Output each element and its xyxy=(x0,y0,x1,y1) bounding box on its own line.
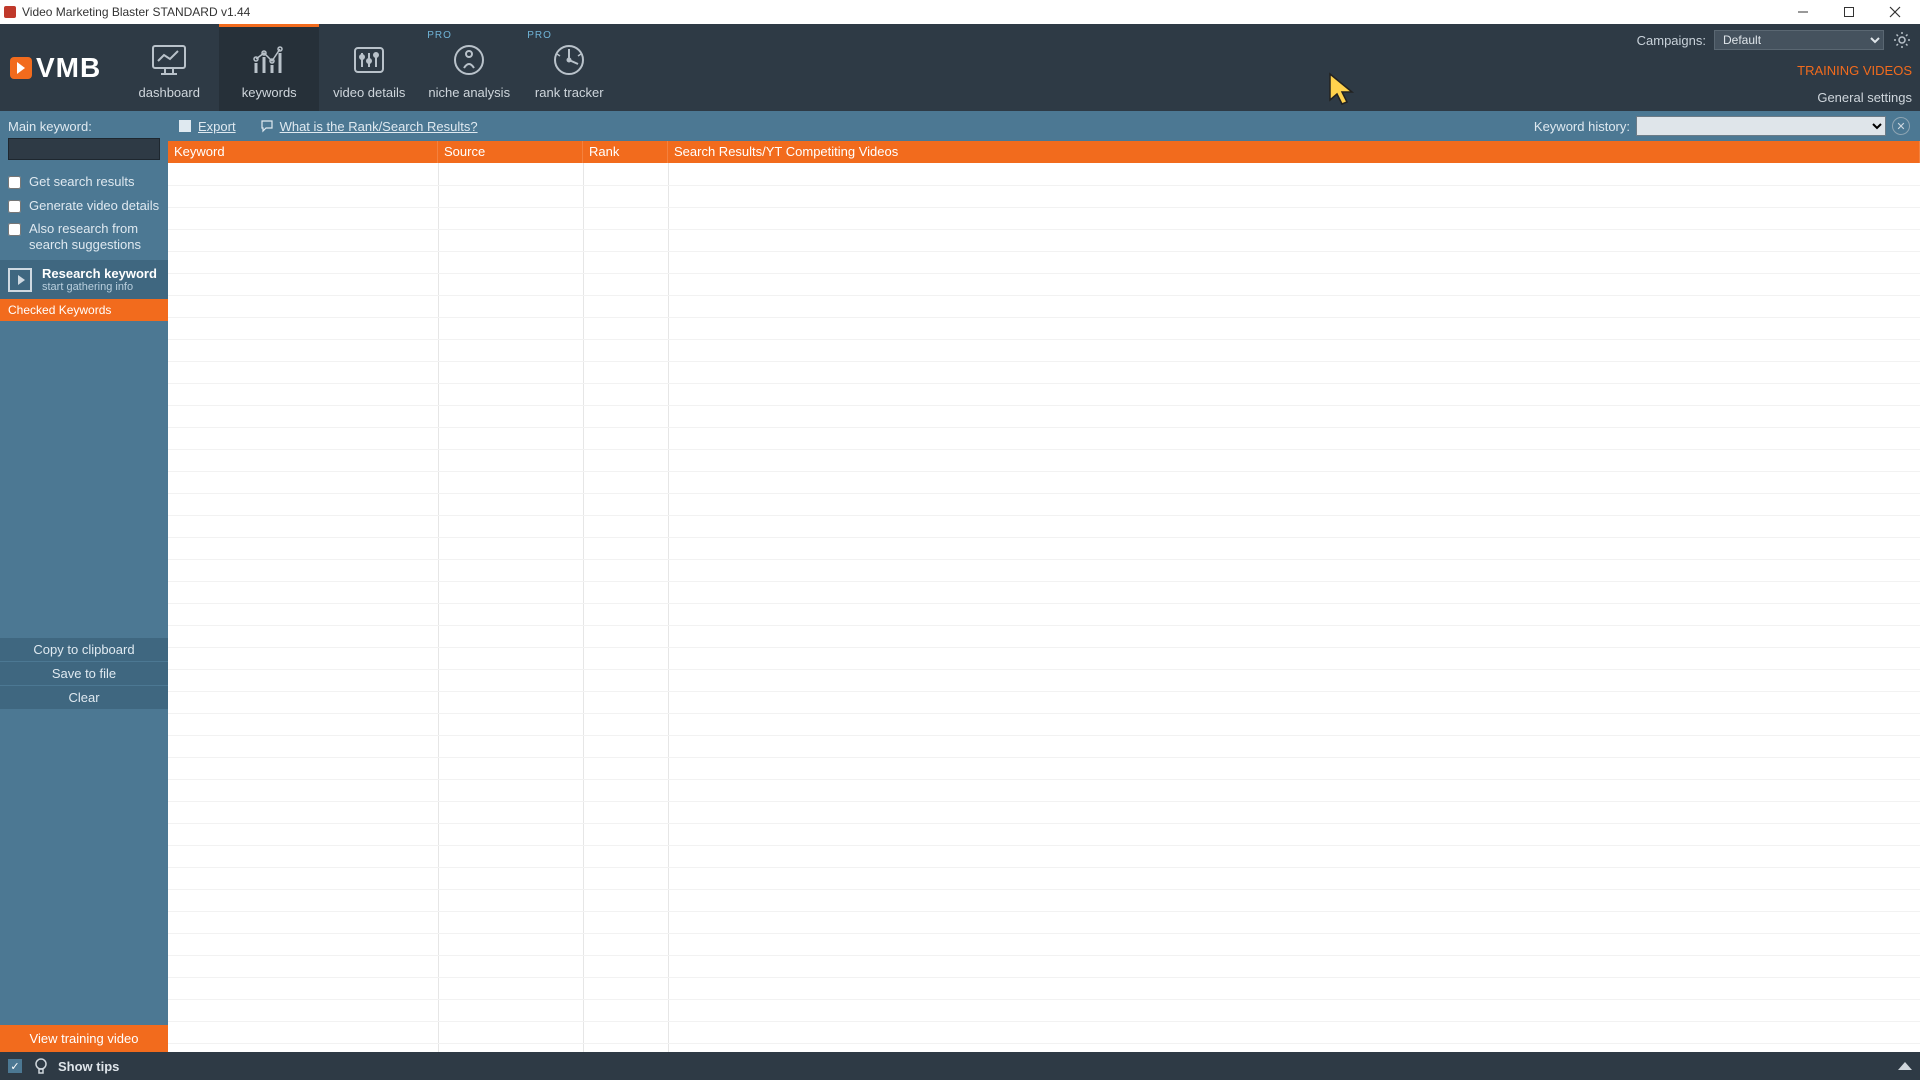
main-keyword-input[interactable] xyxy=(8,138,160,160)
pro-badge: PRO xyxy=(527,30,552,41)
tab-rank-tracker[interactable]: PRO rank tracker xyxy=(519,24,619,111)
view-training-video-button[interactable]: View training video xyxy=(0,1025,168,1052)
titlebar: Video Marketing Blaster STANDARD v1.44 xyxy=(0,0,1920,24)
campaigns-label: Campaigns: xyxy=(1637,33,1706,48)
main-keyword-label: Main keyword: xyxy=(0,111,168,138)
rank-tracker-icon xyxy=(548,39,590,81)
whatis-label: What is the Rank/Search Results? xyxy=(280,119,478,134)
tab-dashboard[interactable]: dashboard xyxy=(119,24,219,111)
tab-label: dashboard xyxy=(139,85,200,100)
tab-label: niche analysis xyxy=(428,85,510,100)
research-subtitle: start gathering info xyxy=(42,281,157,293)
tips-checkbox[interactable] xyxy=(8,1059,22,1073)
tab-label: keywords xyxy=(242,85,297,100)
column-results[interactable]: Search Results/YT Competiting Videos xyxy=(668,141,1920,163)
clear-history-icon[interactable]: ✕ xyxy=(1892,117,1910,135)
app-icon xyxy=(4,6,16,18)
window-title: Video Marketing Blaster STANDARD v1.44 xyxy=(22,5,250,19)
play-icon xyxy=(8,268,32,292)
tab-niche-analysis[interactable]: PRO niche analysis xyxy=(419,24,519,111)
general-settings-link[interactable]: General settings xyxy=(1817,90,1912,105)
logo-play-icon xyxy=(10,57,32,79)
close-button[interactable] xyxy=(1872,1,1918,23)
speech-icon xyxy=(260,119,274,133)
tab-video-details[interactable]: video details xyxy=(319,24,419,111)
lightbulb-icon xyxy=(32,1057,50,1075)
expand-tips-icon[interactable] xyxy=(1898,1062,1912,1070)
checkbox-also-research[interactable]: Also research from search suggestions xyxy=(0,217,168,256)
keyword-history-label: Keyword history: xyxy=(1534,119,1630,134)
show-tips-label: Show tips xyxy=(58,1059,119,1074)
keyword-history-select[interactable] xyxy=(1636,116,1886,136)
column-rank[interactable]: Rank xyxy=(583,141,668,163)
minimize-button[interactable] xyxy=(1780,1,1826,23)
checkbox-input[interactable] xyxy=(8,200,21,213)
tab-label: rank tracker xyxy=(535,85,604,100)
niche-analysis-icon xyxy=(448,39,490,81)
checkbox-get-search-results[interactable]: Get search results xyxy=(0,170,168,194)
clear-button[interactable]: Clear xyxy=(0,686,168,709)
export-label: Export xyxy=(198,119,236,134)
sidebar: Main keyword: Get search results Generat… xyxy=(0,111,168,1052)
checkbox-label: Generate video details xyxy=(29,198,159,214)
checked-keywords-list xyxy=(0,321,168,637)
checkbox-label: Get search results xyxy=(29,174,135,190)
export-button[interactable]: Export xyxy=(178,119,236,134)
content-area: Export What is the Rank/Search Results? … xyxy=(168,111,1920,1052)
pro-badge: PRO xyxy=(427,30,452,41)
checkbox-label: Also research from search suggestions xyxy=(29,221,160,252)
column-keyword[interactable]: Keyword xyxy=(168,141,438,163)
settings-gear-icon[interactable] xyxy=(1892,30,1912,50)
research-keyword-button[interactable]: Research keyword start gathering info xyxy=(0,260,168,299)
logo-text: VMB xyxy=(36,52,101,84)
column-source[interactable]: Source xyxy=(438,141,583,163)
whatis-link[interactable]: What is the Rank/Search Results? xyxy=(260,119,478,134)
dashboard-icon xyxy=(148,39,190,81)
video-details-icon xyxy=(348,39,390,81)
navbar: VMB dashboard keywords video details PRO xyxy=(0,24,1920,111)
tab-label: video details xyxy=(333,85,405,100)
checkbox-input[interactable] xyxy=(8,176,21,189)
checkbox-input[interactable] xyxy=(8,223,21,236)
table-body xyxy=(168,163,1920,1052)
checked-keywords-header: Checked Keywords xyxy=(0,299,168,321)
save-to-file-button[interactable]: Save to file xyxy=(0,662,168,685)
logo: VMB xyxy=(0,24,119,111)
campaigns-select[interactable]: Default xyxy=(1714,30,1884,50)
copy-to-clipboard-button[interactable]: Copy to clipboard xyxy=(0,638,168,661)
keywords-icon xyxy=(248,39,290,81)
maximize-button[interactable] xyxy=(1826,1,1872,23)
content-toolbar: Export What is the Rank/Search Results? … xyxy=(168,111,1920,141)
research-title: Research keyword xyxy=(42,266,157,281)
export-icon xyxy=(178,119,192,133)
table-header: Keyword Source Rank Search Results/YT Co… xyxy=(168,141,1920,163)
training-videos-link[interactable]: TRAINING VIDEOS xyxy=(1797,63,1912,78)
tab-keywords[interactable]: keywords xyxy=(219,24,319,111)
statusbar: Show tips xyxy=(0,1052,1920,1080)
checkbox-generate-video-details[interactable]: Generate video details xyxy=(0,194,168,218)
